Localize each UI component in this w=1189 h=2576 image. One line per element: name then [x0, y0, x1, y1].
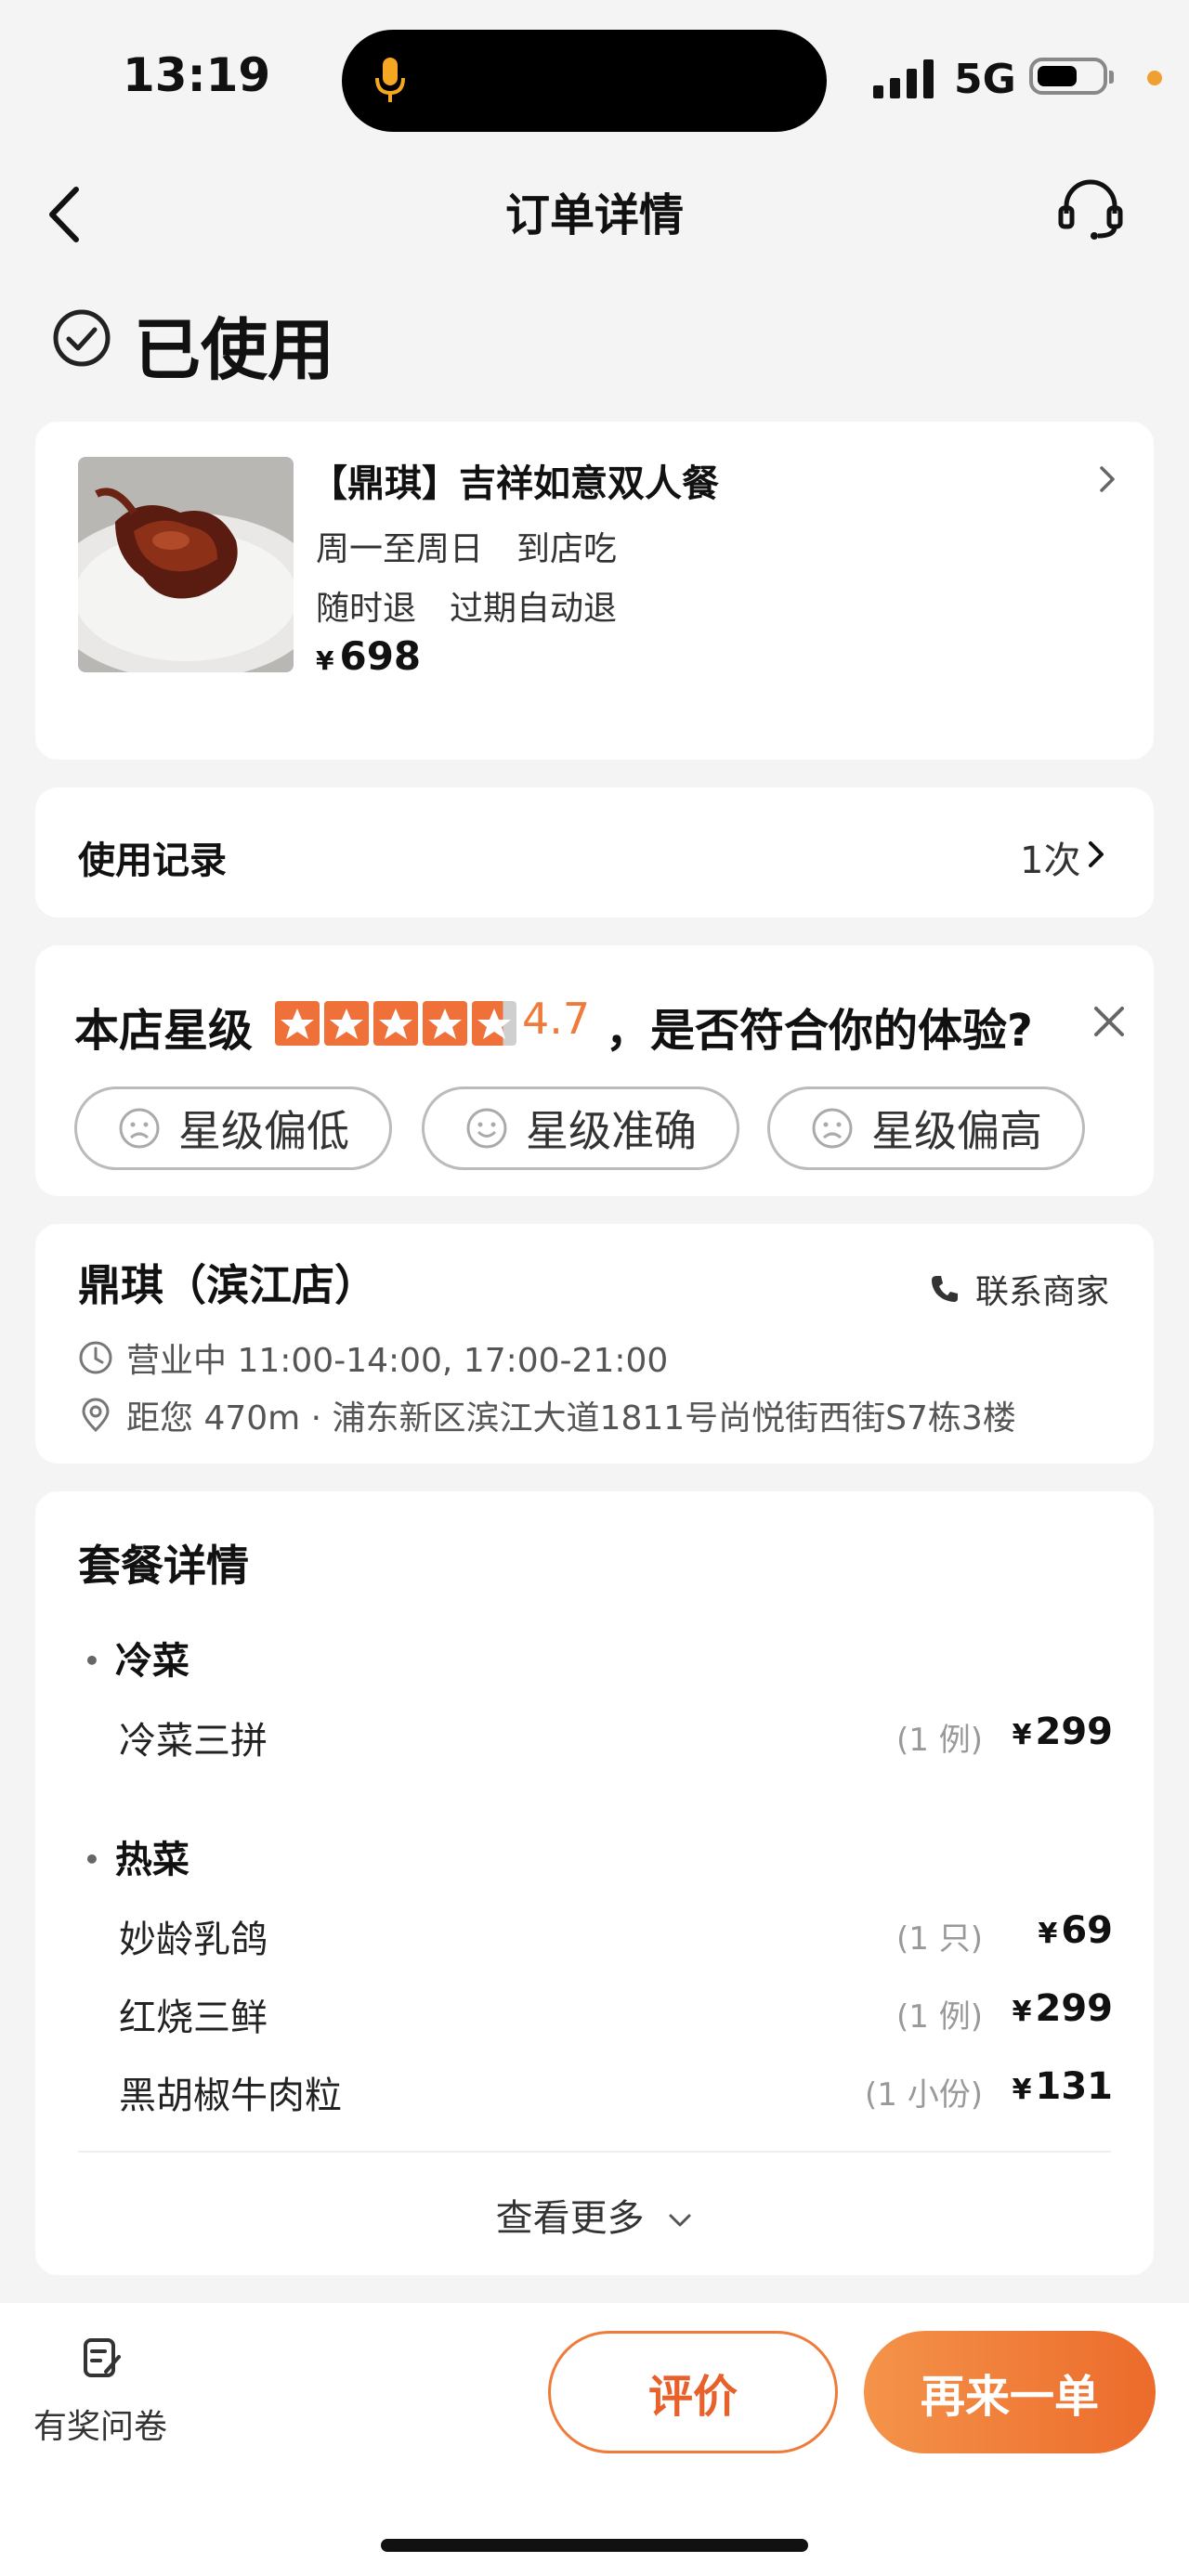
battery-icon	[1029, 58, 1107, 95]
status-time: 13:19	[123, 48, 271, 102]
network-label: 5G	[954, 56, 1016, 103]
home-indicator	[381, 2539, 808, 2552]
package-item-price: ¥131	[1012, 2065, 1113, 2108]
chevron-down-icon	[669, 2214, 691, 2227]
package-section-heading: 冷菜	[84, 1631, 189, 1685]
view-more-label: 查看更多	[495, 2197, 645, 2240]
sad-face-icon	[812, 1108, 853, 1149]
page-title: 订单详情	[504, 189, 684, 241]
usage-record-count: 1次	[1020, 839, 1081, 882]
package-details-card	[35, 1491, 1154, 2275]
close-icon[interactable]	[1092, 1005, 1126, 1038]
product-title: 【鼎琪】吉祥如意双人餐	[310, 462, 719, 505]
rating-high-button[interactable]: 星级偏高	[767, 1086, 1085, 1170]
package-section-heading: 热菜	[84, 1829, 189, 1883]
shop-hours: 营业中 11:00-14:00, 17:00-21:00	[78, 1334, 668, 1382]
survey-label[interactable]: 有奖问卷	[33, 2400, 167, 2448]
rating-accurate-button[interactable]: 星级准确	[422, 1086, 739, 1170]
rating-low-label: 星级偏低	[178, 1106, 349, 1156]
rating-high-label: 星级偏高	[871, 1106, 1042, 1156]
signal-icon	[873, 59, 934, 98]
shop-address-text: 距您 470m · 浦东新区滨江大道1811号尚悦街西街S7栋3楼	[126, 1399, 1016, 1438]
divider	[78, 2151, 1111, 2153]
shop-name[interactable]: 鼎琪（滨江店）	[78, 1252, 377, 1313]
survey-edit-icon[interactable]	[82, 2336, 123, 2381]
package-item-qty: (1 例)	[896, 1722, 983, 1759]
rating-accurate-label: 星级准确	[526, 1106, 697, 1156]
package-item-price: ¥299	[1012, 1987, 1113, 2030]
reorder-button[interactable]: 再来一单	[864, 2331, 1156, 2453]
contact-merchant-label: 联系商家	[975, 1273, 1110, 1311]
package-item-qty: (1 例)	[896, 1998, 983, 2036]
dynamic-island	[342, 30, 827, 132]
check-circle-icon	[53, 309, 111, 367]
order-status-label: 已使用	[134, 311, 335, 389]
package-item-qty: (1 只)	[896, 1920, 983, 1958]
clock-icon	[79, 1341, 112, 1374]
product-refund-policy: 随时退 过期自动退	[316, 590, 618, 628]
package-item-qty: (1 小份)	[865, 2076, 983, 2114]
privacy-indicator-dot	[1147, 71, 1162, 85]
product-schedule: 周一至周日 到店吃	[316, 530, 618, 568]
package-item-price: ¥299	[1012, 1711, 1113, 1753]
mic-icon	[375, 58, 405, 102]
star-rating-icon	[275, 1001, 516, 1046]
contact-merchant-button[interactable]: 联系商家	[929, 1265, 1109, 1313]
view-more-button[interactable]: 查看更多	[0, 2188, 1189, 2242]
chevron-right-icon[interactable]	[1085, 838, 1107, 871]
chevron-right-icon[interactable]	[1096, 462, 1118, 496]
package-item-name: 红烧三鲜	[119, 1997, 268, 2039]
sad-face-icon	[119, 1108, 160, 1149]
smile-face-icon	[466, 1108, 507, 1149]
package-title: 套餐详情	[78, 1541, 249, 1591]
package-item-price: ¥69	[1038, 1909, 1113, 1952]
rating-score: 4.7	[522, 994, 591, 1044]
package-item-name: 冷菜三拼	[119, 1720, 268, 1763]
package-item-name: 黑胡椒牛肉粒	[119, 2075, 342, 2117]
product-image	[78, 457, 294, 672]
rating-low-button[interactable]: 星级偏低	[74, 1086, 392, 1170]
product-price: ¥698	[316, 633, 422, 679]
phone-icon	[932, 1276, 958, 1302]
rating-label: 本店星级	[74, 1005, 254, 1057]
shop-address[interactable]: 距您 470m · 浦东新区滨江大道1811号尚悦街西街S7栋3楼	[78, 1391, 1016, 1439]
customer-service-icon[interactable]	[1055, 176, 1126, 241]
package-item-name: 妙龄乳鸽	[119, 1919, 268, 1961]
location-icon	[82, 1398, 110, 1433]
rating-question: ，是否符合你的体验?	[606, 1005, 1033, 1057]
review-button[interactable]: 评价	[548, 2331, 838, 2453]
battery-tip	[1109, 71, 1114, 84]
usage-record-label: 使用记录	[78, 839, 227, 882]
shop-hours-text: 营业中 11:00-14:00, 17:00-21:00	[126, 1342, 669, 1380]
